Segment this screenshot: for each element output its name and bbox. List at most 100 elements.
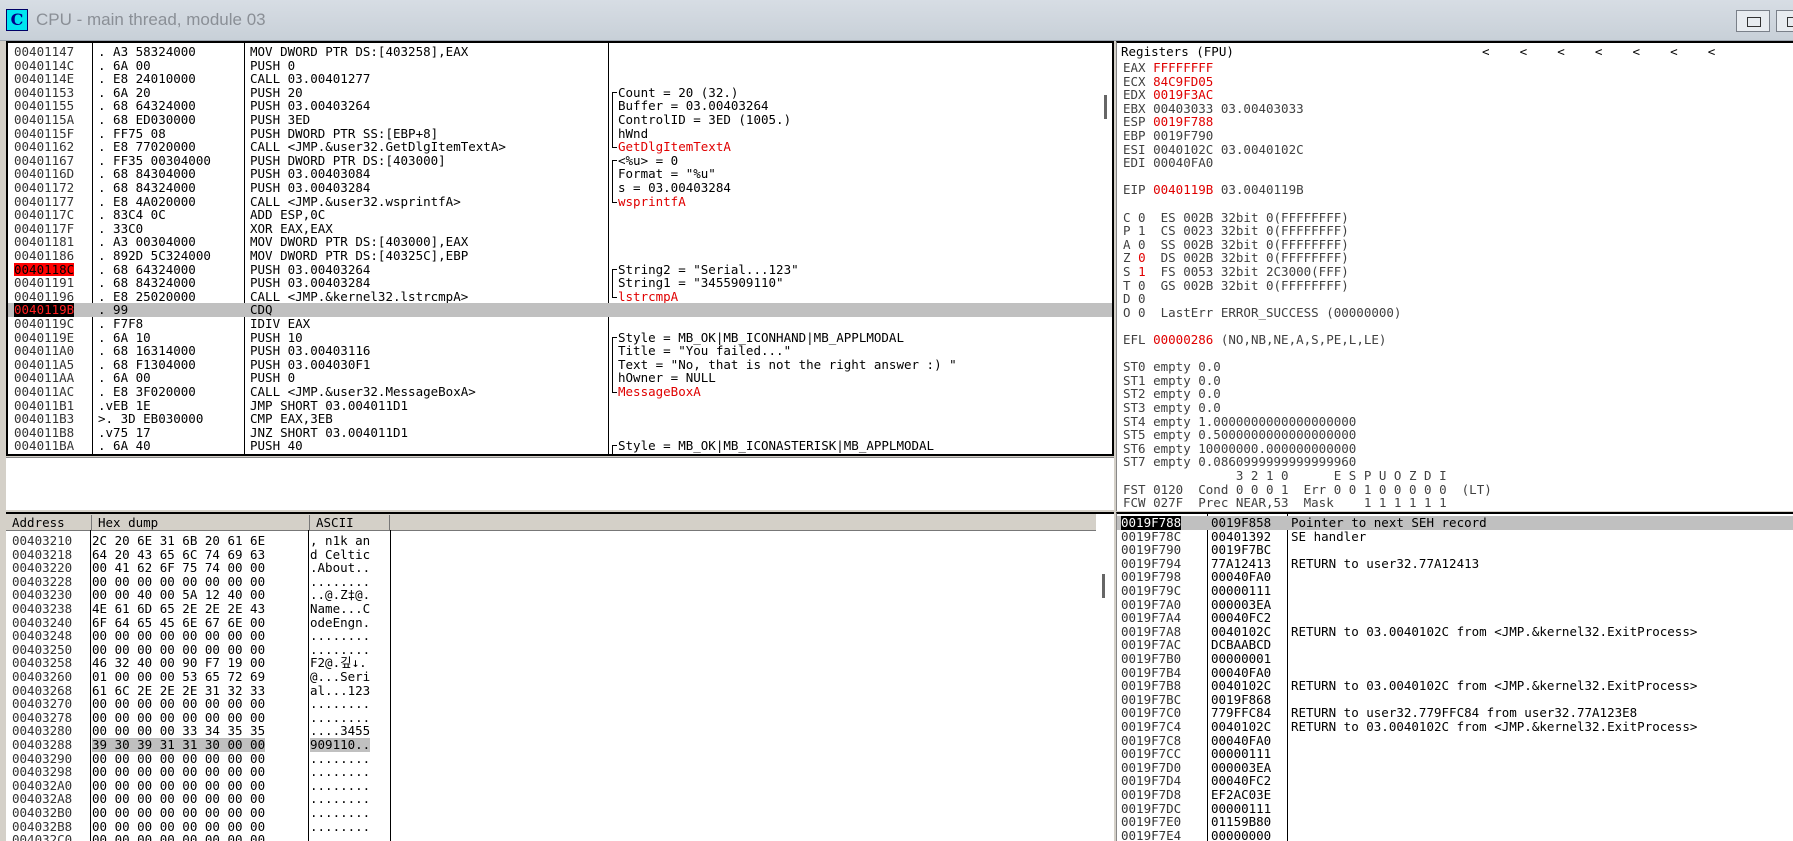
register-line[interactable]: EDX 0019F3AC bbox=[1123, 88, 1213, 102]
dump-header-address[interactable]: Address bbox=[6, 515, 92, 530]
disasm-row[interactable]: 004011B3 >. 3D EB030000 CMP EAX,3EB bbox=[8, 412, 1112, 426]
register-line[interactable]: ESP 0019F788 bbox=[1123, 115, 1213, 129]
dump-scrollbar-thumb[interactable] bbox=[1102, 574, 1105, 598]
register-line[interactable]: ST1 empty 0.0 bbox=[1123, 373, 1221, 388]
disasm-row[interactable]: 00401167 . FF35 00304000 PUSH DWORD PTR DS… bbox=[8, 154, 1112, 168]
disasm-row[interactable]: 00401162 . E8 77020000 CALL <JMP.&user32.G… bbox=[8, 140, 1112, 154]
register-line[interactable]: EFL 00000286 (NO,NB,NE,A,S,PE,L,LE) bbox=[1123, 333, 1386, 347]
disasm-row[interactable]: 0040117F . 33C0 XOR EAX,EAX bbox=[8, 220, 1112, 236]
register-line[interactable]: C 0 ES 002B 32bit 0(FFFFFFFF) bbox=[1123, 210, 1349, 225]
register-line[interactable]: ST5 empty 0.5000000000000000000 bbox=[1123, 428, 1356, 442]
disasm-row[interactable]: 004011BC . 68 31324000 PUSH 03.00403231 Tit… bbox=[8, 453, 1112, 454]
disasm-row[interactable]: 00401155 . 68 64324000 PUSH 03.00403264 Buf… bbox=[8, 99, 1112, 113]
stack-row[interactable]: 0019F794 77A12413 RETURN to user32.77A1241… bbox=[1117, 557, 1793, 571]
close-button[interactable] bbox=[1776, 10, 1793, 32]
disasm-row[interactable]: 004011A0 . 68 16314000 PUSH 03.00403116 Tit… bbox=[8, 344, 1112, 358]
disasm-row[interactable]: 004011B1 .vEB 1E JMP SHORT 03.004011D1 bbox=[8, 398, 1112, 413]
disasm-row[interactable]: 0040119B . 99 CDQ bbox=[8, 303, 1112, 317]
disasm-row[interactable]: 004011AA . 6A 00 PUSH 0 hOwner = NULL bbox=[8, 371, 1112, 385]
register-view-arrows[interactable]: < < < < < < < bbox=[1482, 45, 1715, 59]
stack-row[interactable]: 0019F7BC 0019F868 bbox=[1117, 693, 1793, 707]
disasm-row[interactable]: 0040115F . FF75 08 PUSH DWORD PTR SS:[EBP+… bbox=[8, 126, 1112, 141]
register-line[interactable]: FST 0120 Cond 0 0 0 1 Err 0 0 1 0 0 0 0 … bbox=[1123, 482, 1492, 497]
register-line[interactable]: ST0 empty 0.0 bbox=[1123, 360, 1221, 374]
disasm-row[interactable]: 0040118C . 68 64324000 PUSH 03.00403264 Str… bbox=[8, 262, 1112, 277]
stack-row[interactable]: 0019F7C4 0040102C RETURN to 03.0040102C fr… bbox=[1117, 720, 1793, 734]
disasm-row[interactable]: 0040119E . 6A 10 PUSH 10 Style = MB_OK|MB_I… bbox=[8, 330, 1112, 345]
register-line[interactable]: EBP 0019F790 bbox=[1123, 129, 1213, 143]
stack-row[interactable]: 0019F788 0019F858 Pointer to next SEH reco… bbox=[1117, 516, 1793, 530]
stack-row[interactable]: 0019F7E4 00000000 bbox=[1117, 829, 1793, 841]
stack-row[interactable]: 0019F7C8 00040FA0 bbox=[1117, 732, 1793, 748]
disasm-row[interactable]: 0040119C . F7F8 IDIV EAX bbox=[8, 317, 1112, 331]
disasm-row[interactable]: 00401153 . 6A 20 PUSH 20 Count = 20 (32.) bbox=[8, 86, 1112, 100]
disasm-row[interactable]: 0040117C . 83C4 0C ADD ESP,0C bbox=[8, 208, 1112, 222]
register-line[interactable]: ESI 0040102C 03.0040102C bbox=[1123, 142, 1304, 157]
stack-row[interactable]: 0019F7D8 EF2AC03E bbox=[1117, 788, 1793, 802]
dump-header-hex[interactable]: Hex dump bbox=[92, 515, 310, 530]
register-line[interactable]: FCW 027F Prec NEAR,53 Mask 1 1 1 1 1 1 bbox=[1123, 496, 1447, 510]
register-line[interactable]: EDI 00040FA0 bbox=[1123, 156, 1213, 170]
disasm-row[interactable]: 0040114C . 6A 00 PUSH 0 bbox=[8, 58, 1112, 73]
stack-value: 00040FA0 bbox=[1211, 732, 1272, 748]
disasm-row[interactable]: 0040115A . 68 ED030000 PUSH 3ED ControlID =… bbox=[8, 113, 1112, 127]
register-line[interactable]: ST2 empty 0.0 bbox=[1123, 387, 1221, 401]
registers-header: Registers (FPU) bbox=[1121, 44, 1234, 59]
disasm-row[interactable]: 004011A5 . 68 F1304000 PUSH 03.004030F1 Tex… bbox=[8, 358, 1112, 372]
disasm-row[interactable]: 004011B8 .v75 17 JNZ SHORT 03.004011D1 bbox=[8, 426, 1112, 440]
register-line[interactable]: EAX FFFFFFFF bbox=[1123, 61, 1213, 75]
stack-row[interactable]: 0019F7B4 00040FA0 bbox=[1117, 665, 1793, 680]
disasm-row[interactable]: 00401181 . A3 00304000 MOV DWORD PTR DS:[4… bbox=[8, 235, 1112, 249]
disasm-row[interactable]: 0040114E . E8 24010000 CALL 03.00401277 bbox=[8, 72, 1112, 86]
stack-row[interactable]: 0019F7A8 0040102C RETURN to 03.0040102C fr… bbox=[1117, 625, 1793, 639]
register-line[interactable]: Z 0 DS 002B 32bit 0(FFFFFFFF) bbox=[1123, 251, 1349, 265]
register-line[interactable]: EIP 0040119B 03.0040119B bbox=[1123, 183, 1304, 197]
register-line[interactable]: A 0 SS 002B 32bit 0(FFFFFFFF) bbox=[1123, 237, 1349, 252]
stack-row[interactable]: 0019F79C 00000111 bbox=[1117, 584, 1793, 598]
disassembly-pane[interactable]: 00401147 . A3 58324000 MOV DWORD PTR DS:[4… bbox=[6, 41, 1114, 456]
stack-pane[interactable]: 0019F788 0019F858 Pointer to next SEH reco… bbox=[1116, 512, 1793, 841]
register-line[interactable]: ECX 84C9FD05 bbox=[1123, 74, 1213, 89]
disasm-row[interactable]: 00401191 . 68 84324000 PUSH 03.00403284 Str… bbox=[8, 276, 1112, 290]
disasm-scrollbar-thumb[interactable] bbox=[1104, 95, 1107, 119]
disasm-row[interactable]: 004011BA . 6A 40 PUSH 40 Style = MB_OK|MB_I… bbox=[8, 439, 1112, 453]
stack-row[interactable]: 0019F790 0019F7BC bbox=[1117, 543, 1793, 557]
stack-row[interactable]: 0019F798 00040FA0 bbox=[1117, 570, 1793, 584]
stack-row[interactable]: 0019F7C0 779FFC84 RETURN to user32.779FFC8… bbox=[1117, 706, 1793, 720]
restore-button[interactable] bbox=[1736, 10, 1770, 32]
register-line[interactable]: S 1 FS 0053 32bit 2C3000(FFF) bbox=[1123, 265, 1349, 279]
registers-pane[interactable]: Registers (FPU) < < < < < < < EAX FFFFFF… bbox=[1116, 41, 1793, 511]
disasm-row[interactable]: 0040116D . 68 84304000 PUSH 03.00403084 For… bbox=[8, 167, 1112, 181]
stack-row[interactable]: 0019F7E0 01159B80 bbox=[1117, 815, 1793, 829]
stack-row[interactable]: 0019F7A4 00040FC2 bbox=[1117, 611, 1793, 625]
stack-row[interactable]: 0019F7A0 000003EA bbox=[1117, 597, 1793, 612]
register-line[interactable]: 3 2 1 0 E S P U O Z D I bbox=[1123, 469, 1447, 483]
register-line[interactable]: ST6 empty 10000000.000000000000 bbox=[1123, 441, 1356, 456]
stack-row[interactable]: 0019F7B0 00000001 bbox=[1117, 652, 1793, 666]
register-line[interactable]: O 0 LastErr ERROR_SUCCESS (00000000) bbox=[1123, 305, 1401, 320]
stack-row[interactable]: 0019F7B8 0040102C RETURN to 03.0040102C fr… bbox=[1117, 679, 1793, 693]
register-line[interactable]: EBX 00403033 03.00403033 bbox=[1123, 101, 1304, 116]
register-line[interactable]: ST7 empty 0.0860999999999999960 bbox=[1123, 455, 1356, 469]
stack-row[interactable]: 0019F7D4 00040FC2 bbox=[1117, 774, 1793, 788]
register-line[interactable]: D 0 bbox=[1123, 292, 1146, 306]
register-line[interactable]: ST4 empty 1.0000000000000000000 bbox=[1123, 414, 1356, 429]
disasm-row[interactable]: 00401177 . E8 4A020000 CALL <JMP.&user32.w… bbox=[8, 194, 1112, 209]
disasm-row[interactable]: 004011AC . E8 3F020000 CALL <JMP.&user32.M… bbox=[8, 385, 1112, 399]
stack-row[interactable]: 0019F7D0 000003EA bbox=[1117, 761, 1793, 775]
disasm-row[interactable]: 00401186 . 892D 5C324000 MOV DWORD PTR DS:… bbox=[8, 249, 1112, 263]
register-line[interactable]: T 0 GS 002B 32bit 0(FFFFFFFF) bbox=[1123, 278, 1349, 293]
disasm-row[interactable]: 00401147 . A3 58324000 MOV DWORD PTR DS:[4… bbox=[8, 45, 1112, 59]
dump-ascii: @...Seri bbox=[310, 669, 371, 684]
disasm-instruction: XOR EAX,EAX bbox=[250, 220, 333, 236]
disasm-row[interactable]: 00401196 . E8 25020000 CALL <JMP.&kernel32… bbox=[8, 290, 1112, 304]
dump-header-ascii[interactable]: ASCII bbox=[310, 515, 390, 530]
stack-row[interactable]: 0019F7AC DCBAABCD bbox=[1117, 638, 1793, 652]
hex-dump-pane[interactable]: Address Hex dump ASCII 00403210 2C 20 6E … bbox=[6, 512, 1114, 841]
stack-row[interactable]: 0019F7DC 00000111 bbox=[1117, 801, 1793, 816]
register-line[interactable]: ST3 empty 0.0 bbox=[1123, 401, 1221, 415]
disasm-row[interactable]: 00401172 . 68 84324000 PUSH 03.00403284 s =… bbox=[8, 181, 1112, 195]
stack-row[interactable]: 0019F78C 00401392 SE handler bbox=[1117, 529, 1793, 544]
stack-row[interactable]: 0019F7CC 00000111 bbox=[1117, 747, 1793, 761]
register-line[interactable]: P 1 CS 0023 32bit 0(FFFFFFFF) bbox=[1123, 224, 1349, 238]
